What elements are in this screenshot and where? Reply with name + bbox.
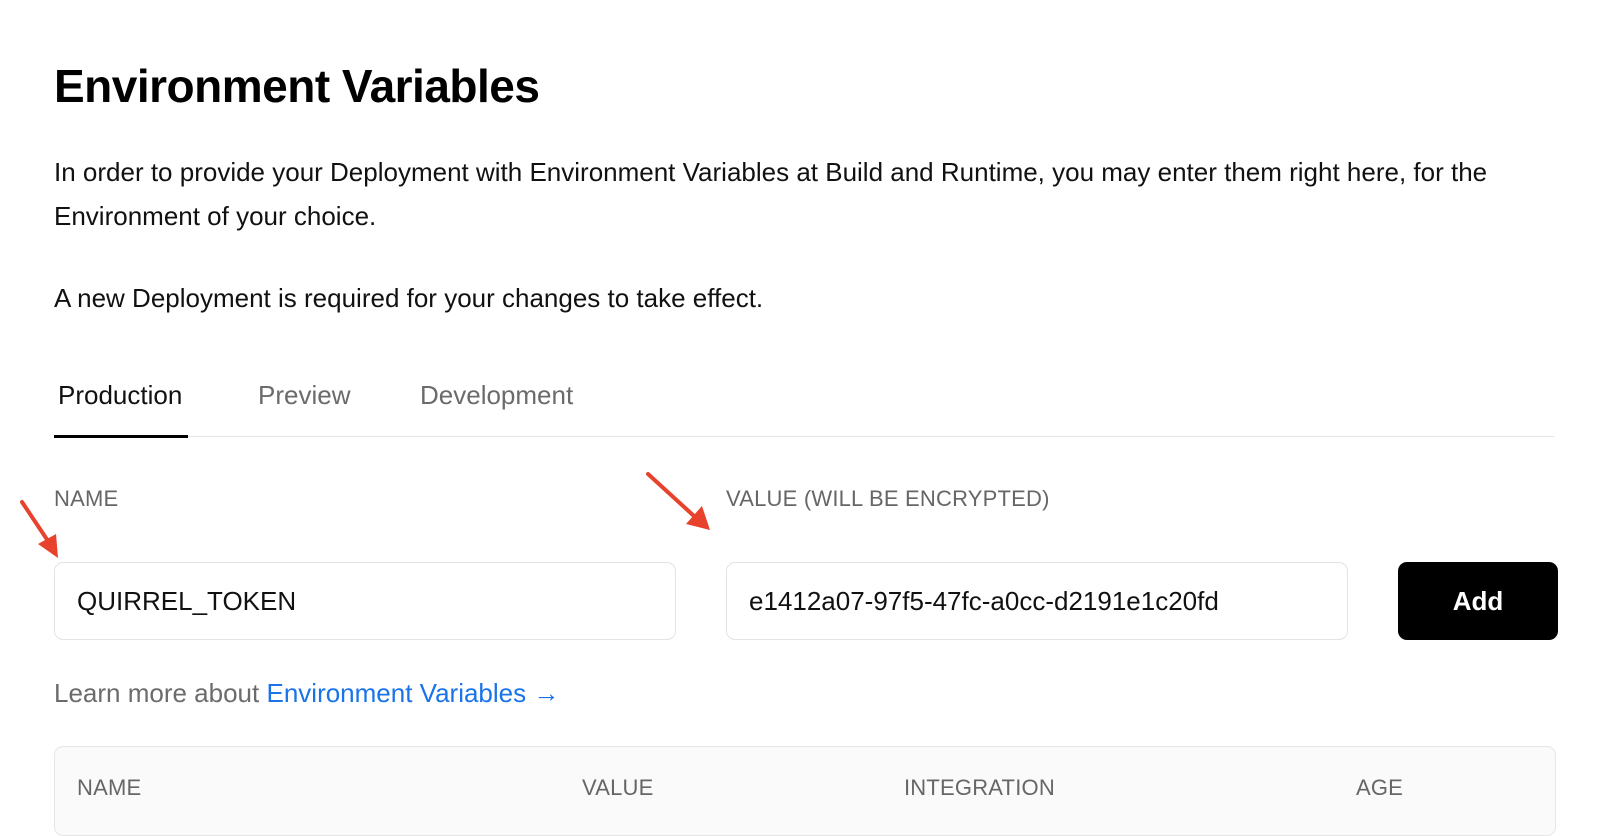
table-header-value: VALUE bbox=[582, 775, 654, 800]
annotation-arrow-value-icon bbox=[646, 472, 710, 530]
name-input[interactable] bbox=[54, 562, 676, 640]
learn-more-text: Learn more about Environment Variables → bbox=[54, 676, 559, 710]
tab-development[interactable]: Development bbox=[420, 378, 573, 436]
tab-preview[interactable]: Preview bbox=[258, 378, 350, 436]
table-header-name: NAME bbox=[77, 775, 142, 800]
table-header-age: AGE bbox=[1356, 775, 1404, 800]
value-field-label: VALUE (WILL BE ENCRYPTED) bbox=[726, 486, 1050, 511]
deployment-note: A new Deployment is required for your ch… bbox=[54, 283, 764, 313]
learn-more-prefix: Learn more about bbox=[54, 678, 260, 708]
environment-tabs: Production Preview Development bbox=[53, 378, 1554, 438]
value-input[interactable] bbox=[726, 562, 1348, 640]
add-button[interactable]: Add bbox=[1398, 562, 1558, 640]
table-header-integration: INTEGRATION bbox=[904, 775, 1055, 800]
environment-variables-table: NAME VALUE INTEGRATION AGE bbox=[54, 746, 1556, 836]
environment-variables-docs-link[interactable]: Environment Variables → bbox=[266, 678, 559, 708]
page-description: In order to provide your Deployment with… bbox=[54, 157, 1488, 231]
tab-production[interactable]: Production bbox=[53, 378, 189, 438]
environment-variables-page: Environment Variables In order to provid… bbox=[53, 0, 1558, 836]
page-title: Environment Variables bbox=[54, 60, 540, 112]
annotation-arrow-name-icon bbox=[20, 500, 58, 558]
